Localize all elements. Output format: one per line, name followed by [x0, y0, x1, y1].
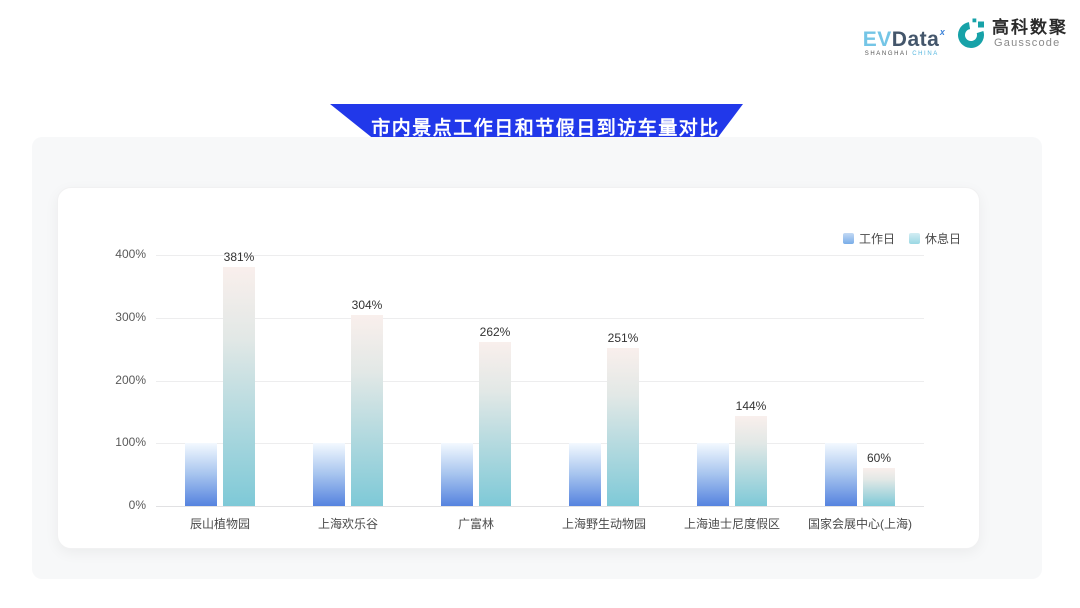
grid-line	[156, 318, 924, 319]
bar-value-label: 381%	[204, 250, 274, 264]
bar-workday[interactable]	[313, 443, 345, 506]
page: EVDataˣ SHANGHAI CHINA 高科数聚 Gausscode 市	[0, 0, 1080, 608]
y-tick-label: 300%	[58, 310, 146, 324]
evdata-suffix: Data	[892, 28, 940, 51]
evdata-tagline-right: CHINA	[912, 51, 939, 57]
x-axis-label: 上海欢乐谷	[284, 515, 412, 532]
bar-workday[interactable]	[569, 443, 601, 506]
bar-value-label: 262%	[460, 325, 530, 339]
bar-restday[interactable]	[351, 315, 383, 506]
chart-card: 工作日休息日 0%100%200%300%400%381%辰山植物园304%上海…	[57, 187, 980, 549]
bar-workday[interactable]	[185, 443, 217, 506]
bar-workday[interactable]	[697, 443, 729, 506]
evdata-logo: EVDataˣ SHANGHAI CHINA	[863, 18, 945, 57]
bar-restday[interactable]	[223, 267, 255, 506]
evdata-prefix: EV	[863, 28, 892, 51]
bar-restday[interactable]	[479, 342, 511, 506]
grid-line	[156, 443, 924, 444]
x-axis-label: 广富林	[412, 515, 540, 532]
bar-workday[interactable]	[441, 443, 473, 506]
bar-restday[interactable]	[735, 416, 767, 506]
gausscode-cn-name: 高科数聚	[992, 18, 1068, 37]
x-axis-label: 上海迪士尼度假区	[668, 515, 796, 532]
gausscode-logo: 高科数聚 Gausscode	[957, 18, 1068, 55]
bar-restday[interactable]	[607, 348, 639, 506]
evdata-tagline-left: SHANGHAI	[865, 51, 909, 57]
bar-value-label: 60%	[844, 451, 914, 465]
y-tick-label: 400%	[58, 247, 146, 261]
header-logos: EVDataˣ SHANGHAI CHINA 高科数聚 Gausscode	[863, 18, 1068, 57]
x-axis-label: 上海野生动物园	[540, 515, 668, 532]
gausscode-texts: 高科数聚 Gausscode	[992, 18, 1068, 49]
evdata-superscript-x: ˣ	[939, 26, 945, 41]
grid-line	[156, 381, 924, 382]
bar-value-label: 304%	[332, 298, 402, 312]
gausscode-en-name: Gausscode	[992, 37, 1068, 49]
gausscode-g-icon	[957, 18, 987, 55]
bar-value-label: 251%	[588, 331, 658, 345]
evdata-tagline: SHANGHAI CHINA	[863, 51, 945, 57]
y-tick-label: 200%	[58, 373, 146, 387]
bar-chart-plot: 0% 100% 200% 300% 400% 381% 辰山植物园 304% 上海欢乐谷 262%…	[58, 188, 979, 548]
page-title: 市内景点工作日和节假日到访车量对比	[353, 113, 720, 140]
x-axis-label: 辰山植物园	[156, 515, 284, 532]
bar-restday[interactable]	[863, 468, 895, 506]
x-axis-line	[156, 506, 924, 507]
bar-value-label: 144%	[716, 399, 786, 413]
x-axis-label: 国家会展中心(上海)	[796, 515, 924, 532]
evdata-wordmark: EVDataˣ	[863, 24, 945, 50]
content-panel: 工作日休息日 0%100%200%300%400%381%辰山植物园304%上海…	[32, 137, 1042, 579]
y-tick-label: 100%	[58, 435, 146, 449]
y-tick-label: 0%	[58, 498, 146, 512]
